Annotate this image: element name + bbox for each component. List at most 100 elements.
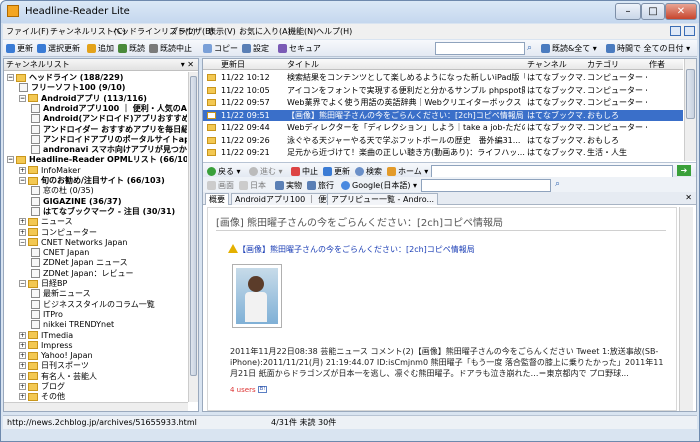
- tree-label: andronavi スマホ向けアプリが見つかる！: [43, 145, 187, 155]
- tree-hscrollbar[interactable]: [4, 402, 188, 411]
- menu-view[interactable]: 表示(V): [208, 26, 236, 37]
- add-icon: [87, 44, 96, 53]
- collapse-icon[interactable]: −: [19, 177, 26, 184]
- status-bar: http://news.2chblog.jp/archives/51655933…: [3, 415, 697, 429]
- article-link[interactable]: 【画像】熊田曜子さんの今をごらんください：[2ch]コピペ情報局: [238, 244, 475, 255]
- go-button[interactable]: ➔: [677, 165, 691, 176]
- copy-button[interactable]: コピー: [203, 42, 238, 55]
- search-icon[interactable]: ⌕: [555, 179, 560, 189]
- menu-file[interactable]: ファイル(F): [6, 26, 49, 37]
- bookmark-icon[interactable]: B!: [258, 386, 267, 393]
- close-button[interactable]: ✕: [665, 3, 697, 20]
- headline-scrollbar-thumb[interactable]: [686, 69, 695, 119]
- folder-icon: [28, 166, 38, 175]
- layout-icon[interactable]: [684, 26, 695, 36]
- refresh-button[interactable]: 更新: [6, 42, 33, 55]
- col-date[interactable]: 更新日: [221, 59, 245, 70]
- settings-button[interactable]: 設定: [242, 42, 269, 55]
- stop-read-button[interactable]: 既読中止: [149, 42, 192, 55]
- menu-help[interactable]: ヘルプ(H): [316, 26, 352, 37]
- link-japan[interactable]: 日本: [239, 179, 266, 192]
- link-goods[interactable]: 実物: [275, 179, 302, 192]
- expand-icon[interactable]: +: [19, 362, 26, 370]
- expand-icon[interactable]: +: [19, 218, 26, 226]
- expand-icon[interactable]: +: [19, 352, 26, 360]
- search-engine-dropdown[interactable]: Google(日本語) ▾: [341, 179, 417, 192]
- cell-title: 【画像】熊田曜子さんの今をごらんください：[2ch]コピペ情報局: [287, 110, 524, 120]
- browser-tabs: 概要 Androidアプリ100 ｜ 便利... アプリピュー一覧 - Andr…: [203, 192, 696, 205]
- stop-label: 中止: [302, 167, 318, 176]
- photo-image: [236, 268, 278, 324]
- col-title[interactable]: タイトル: [287, 59, 319, 70]
- collapse-icon[interactable]: −: [19, 238, 26, 246]
- tab-summary[interactable]: 概要: [205, 193, 229, 205]
- link-screen[interactable]: 画面: [207, 179, 234, 192]
- expand-icon[interactable]: +: [19, 166, 26, 174]
- headline-row[interactable]: 11/22 09:57 Web業界でよく使う用語の英語辞典｜Webクリエイターボッ…: [203, 97, 683, 108]
- article-photo[interactable]: [232, 264, 282, 328]
- col-channel[interactable]: チャンネル: [527, 59, 567, 70]
- expand-icon[interactable]: +: [19, 383, 26, 390]
- bookmark-users[interactable]: 4 users: [230, 386, 256, 394]
- secure-button[interactable]: セキュア: [278, 42, 321, 55]
- expand-icon[interactable]: +: [19, 372, 26, 380]
- menu-favorites[interactable]: お気に入り(A): [239, 26, 291, 37]
- headline-header: 更新日 タイトル チャンネル カテゴリ 作者: [203, 59, 683, 70]
- tree-scrollbar[interactable]: [188, 72, 198, 402]
- headline-row[interactable]: 11/22 10:12 検索結果をコンテンツとして楽しめるようになった新しいiPa…: [203, 72, 683, 83]
- cell-channel: はてなブックマ...: [527, 110, 585, 120]
- col-category[interactable]: カテゴリ: [587, 59, 619, 70]
- cell-category: コンピューター・IT: [587, 73, 647, 82]
- secure-label: セキュア: [289, 44, 321, 53]
- browser-refresh-label: 更新: [334, 167, 350, 176]
- expand-icon[interactable]: +: [19, 341, 26, 349]
- pin-icon[interactable]: ▾ ✕: [181, 59, 194, 71]
- tree-scrollbar-thumb[interactable]: [190, 76, 197, 376]
- filter-read-dropdown[interactable]: 既読&全て ▾: [541, 42, 597, 55]
- collapse-icon[interactable]: −: [19, 94, 26, 102]
- headline-scrollbar[interactable]: [684, 59, 696, 161]
- maximize-button[interactable]: □: [641, 3, 665, 20]
- expand-icon[interactable]: +: [19, 228, 26, 236]
- search-engine-label: Google(日本語): [352, 181, 411, 190]
- close-tab-icon[interactable]: ✕: [685, 193, 692, 202]
- filter-date-dropdown[interactable]: 時間で 全ての日付 ▾: [606, 42, 690, 55]
- collapse-icon[interactable]: −: [19, 280, 26, 287]
- article-scrollbar[interactable]: [679, 207, 693, 411]
- headline-row[interactable]: 11/22 10:05 アイコンをフォントで実現する便利だと分かるサンプル php…: [203, 85, 683, 96]
- tree-label: フリーソフト100 (9/10): [31, 83, 126, 93]
- tree-folder[interactable]: + その他: [19, 391, 187, 402]
- web-search-input[interactable]: [421, 179, 551, 192]
- collapse-icon[interactable]: −: [7, 156, 14, 164]
- col-author[interactable]: 作者: [649, 59, 665, 70]
- tab-app-reviews[interactable]: アプリピュー一覧 - Andro...: [327, 193, 439, 205]
- headline-row[interactable]: 11/22 09:51 【画像】熊田曜子さんの今をごらんください：[2ch]コピペ…: [203, 109, 683, 121]
- menu-functions[interactable]: 機能(N): [288, 26, 316, 37]
- layout-icon[interactable]: [670, 26, 681, 36]
- tree-label: Android(アンドロイド)アプリおすすめサイト: [43, 114, 187, 124]
- tree-label: アンドロイダー おすすめアプリを毎日紹介: [43, 124, 187, 134]
- headline-row[interactable]: 11/22 09:21 足元から近づけて！楽曲の正しい聴き方(動画あり)：ライフハ…: [203, 147, 683, 158]
- headline-row[interactable]: 11/22 09:26 泳ぐやる天ジャーやる天で学ぶフットボールの歴史 番外編31…: [203, 135, 683, 146]
- folder-icon: [28, 372, 38, 381]
- mark-read-button[interactable]: 既読: [118, 42, 145, 55]
- link-bar: 画面 日本 実物 旅行 Google(日本語) ▾ ⌕: [203, 177, 696, 192]
- add-button[interactable]: 追加: [87, 42, 114, 55]
- headline-row[interactable]: 11/22 09:44 Webディレクターを「ディレクション」しよう｜take a…: [203, 122, 683, 133]
- select-refresh-button[interactable]: 選択更新: [37, 42, 80, 55]
- link-travel[interactable]: 旅行: [307, 179, 334, 192]
- minimize-button[interactable]: –: [615, 3, 641, 20]
- folder-icon: [16, 73, 26, 82]
- expand-icon[interactable]: +: [19, 393, 26, 401]
- search-icon: [355, 167, 364, 176]
- refresh-icon: [323, 167, 332, 176]
- expand-icon[interactable]: +: [19, 331, 26, 339]
- envelope-icon: [207, 149, 216, 156]
- tree-label: CNET Japan: [43, 248, 90, 258]
- collapse-icon[interactable]: −: [7, 74, 14, 81]
- folder-icon: [28, 94, 38, 103]
- search-icon[interactable]: ⌕: [527, 43, 532, 53]
- headline-search-input[interactable]: [435, 42, 525, 55]
- tree-label: GIGAZINE (36/37): [43, 196, 122, 206]
- forward-label: 進む: [260, 167, 276, 176]
